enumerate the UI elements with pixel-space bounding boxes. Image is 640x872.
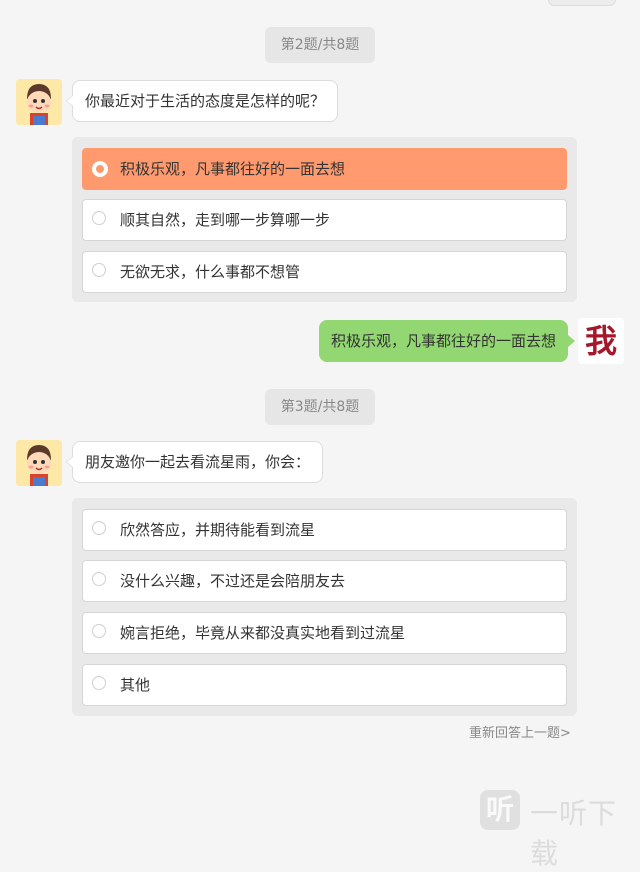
- option-label: 其他: [120, 676, 151, 694]
- option-2[interactable]: 没什么兴趣，不过还是会陪朋友去: [82, 560, 567, 602]
- watermark-text: 一听下载: [530, 797, 618, 870]
- radio-icon: [92, 211, 106, 225]
- radio-icon: [92, 572, 106, 586]
- option-3[interactable]: 无欲无求，什么事都不想管: [82, 251, 567, 293]
- option-2[interactable]: 顺其自然，走到哪一步算哪一步: [82, 199, 567, 241]
- question-bubble: 朋友邀你一起去看流星雨，你会：: [65, 441, 324, 483]
- radio-icon: [92, 521, 106, 535]
- user-answer-bubble: 积极乐观，凡事都往好的一面去想: [318, 320, 576, 362]
- bot-avatar: [16, 79, 62, 125]
- option-4[interactable]: 其他: [82, 664, 567, 706]
- option-label: 欣然答应，并期待能看到流星: [120, 521, 316, 539]
- user-avatar: 我: [578, 318, 624, 364]
- question-counter: 第3题/共8题: [265, 389, 375, 425]
- redo-previous-link[interactable]: 重新回答上一题>: [469, 722, 571, 741]
- option-label: 婉言拒绝，毕竟从来都没真实地看到过流星: [120, 624, 406, 642]
- option-3[interactable]: 婉言拒绝，毕竟从来都没真实地看到过流星: [82, 612, 567, 654]
- cartoon-boy-icon: [16, 440, 62, 486]
- question-bubble: 你最近对于生活的态度是怎样的呢？: [65, 80, 339, 122]
- radio-icon: [92, 624, 106, 638]
- radio-icon: [92, 263, 106, 277]
- cartoon-boy-icon: [16, 79, 62, 125]
- option-label: 没什么兴趣，不过还是会陪朋友去: [120, 572, 346, 590]
- option-1[interactable]: 积极乐观，凡事都往好的一面去想: [82, 148, 567, 190]
- watermark-logo-icon: 听: [480, 790, 520, 830]
- option-label: 无欲无求，什么事都不想管: [120, 263, 301, 281]
- previous-message-fragment: [548, 0, 616, 6]
- options-panel: 积极乐观，凡事都往好的一面去想 顺其自然，走到哪一步算哪一步 无欲无求，什么事都…: [72, 137, 577, 302]
- user-answer-text: 积极乐观，凡事都往好的一面去想: [330, 332, 556, 350]
- radio-icon: [92, 676, 106, 690]
- question-text: 你最近对于生活的态度是怎样的呢？: [85, 92, 326, 110]
- bot-avatar: [16, 440, 62, 486]
- option-label: 积极乐观，凡事都往好的一面去想: [120, 160, 346, 178]
- options-panel: 欣然答应，并期待能看到流星 没什么兴趣，不过还是会陪朋友去 婉言拒绝，毕竟从来都…: [72, 498, 577, 716]
- radio-checked-icon: [92, 161, 108, 177]
- option-1[interactable]: 欣然答应，并期待能看到流星: [82, 509, 567, 551]
- question-text: 朋友邀你一起去看流星雨，你会：: [85, 453, 311, 471]
- option-label: 顺其自然，走到哪一步算哪一步: [120, 211, 331, 229]
- question-counter: 第2题/共8题: [265, 27, 375, 63]
- watermark: 听 一听下载: [478, 788, 640, 870]
